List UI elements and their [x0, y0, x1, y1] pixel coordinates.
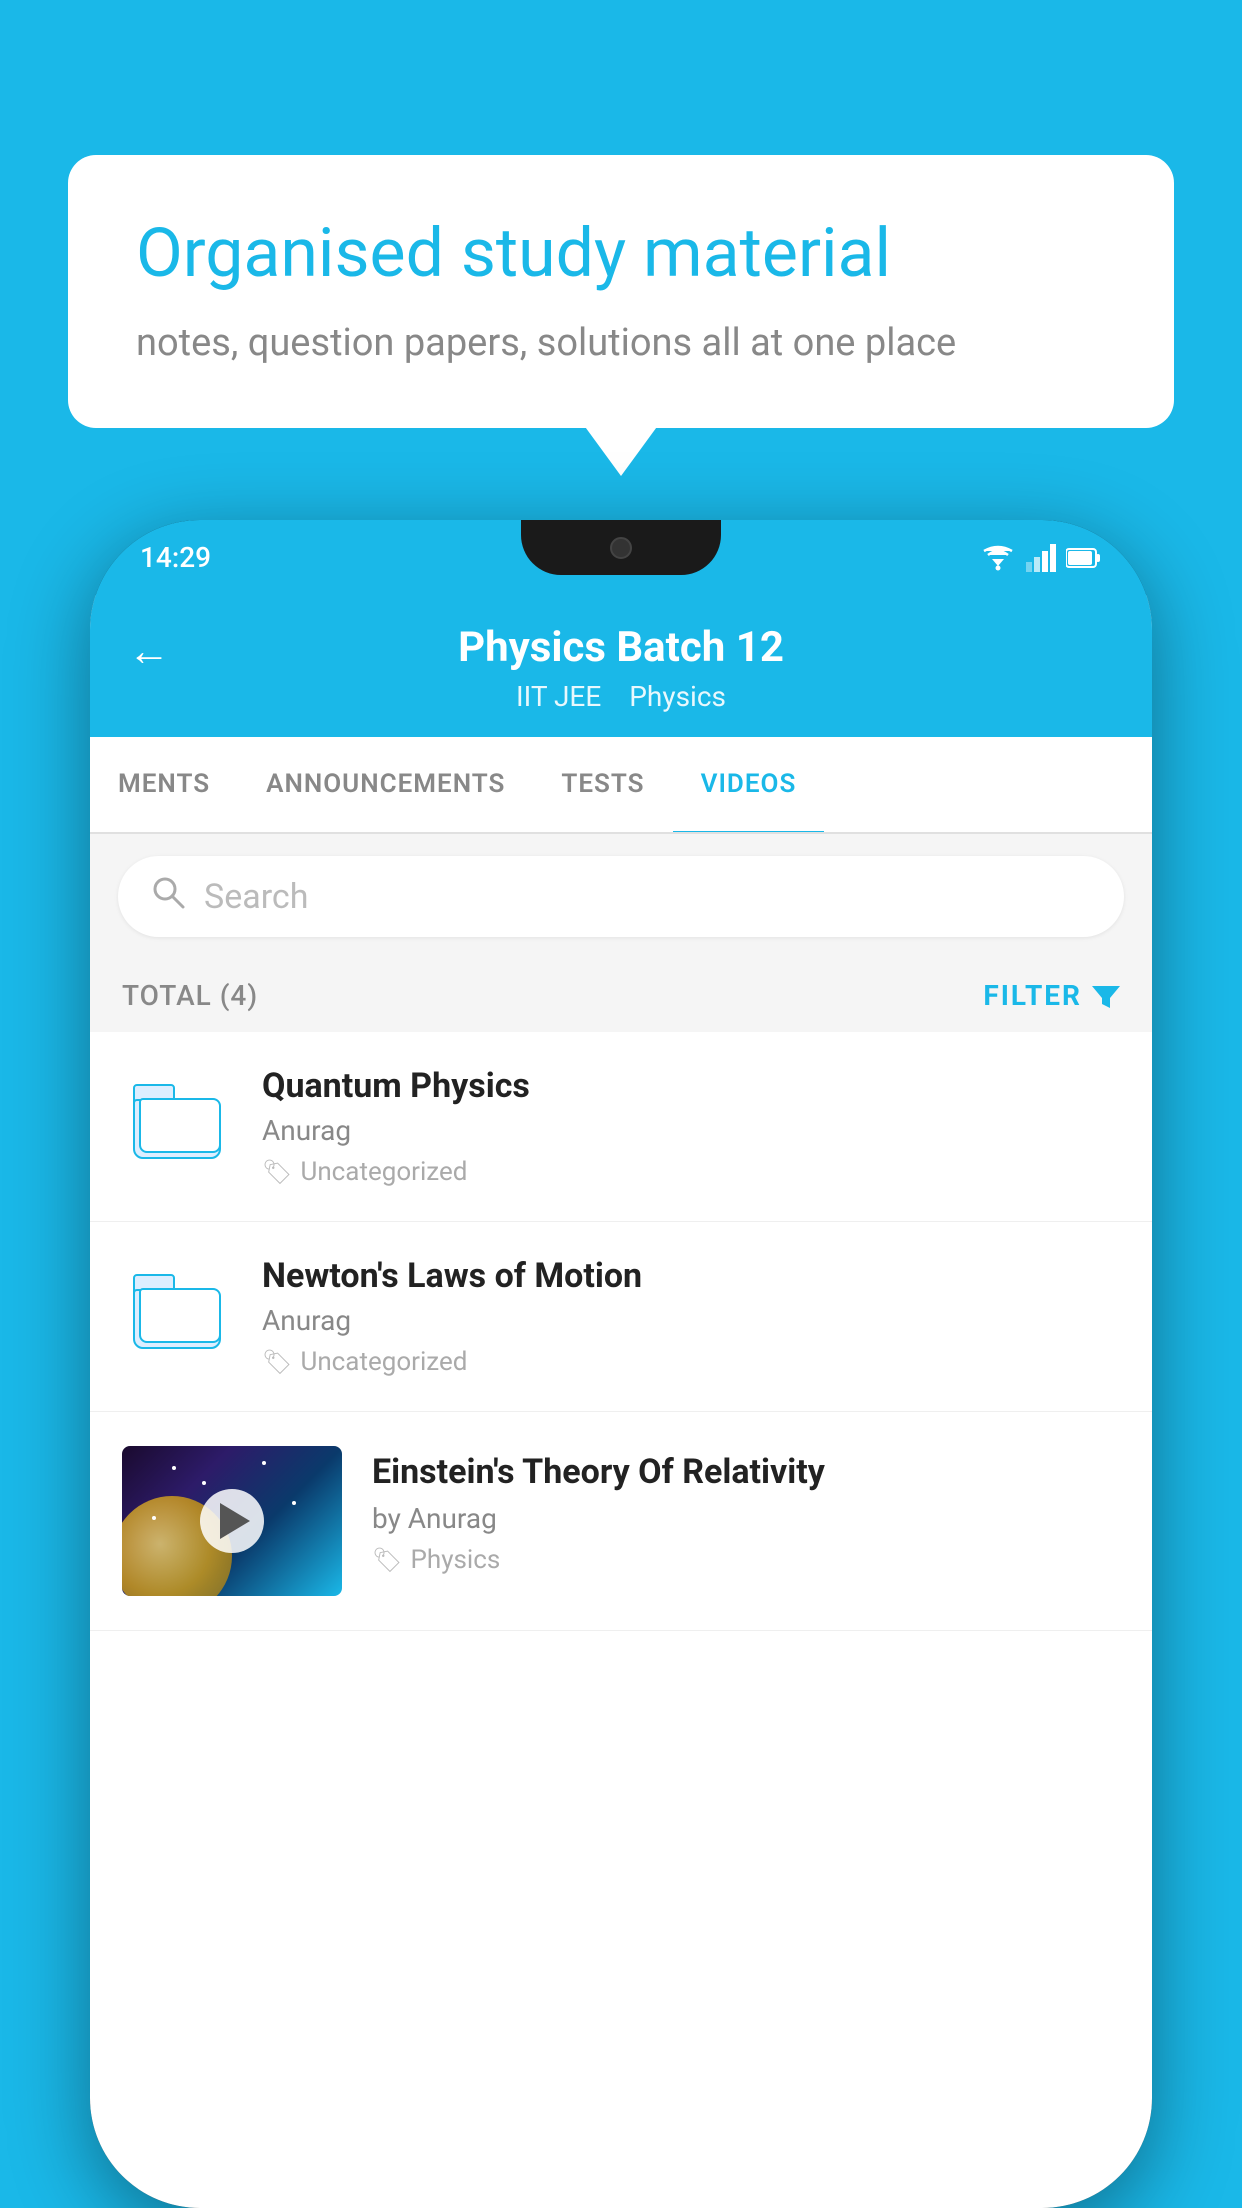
video-author: Anurag — [262, 1114, 1120, 1147]
folder-thumbnail — [122, 1066, 232, 1176]
front-camera — [610, 537, 632, 559]
app-header: ← Physics Batch 12 IIT JEE Physics — [90, 595, 1152, 737]
phone-frame: 14:29 — [90, 520, 1152, 2208]
phone-notch — [521, 520, 721, 575]
play-icon — [220, 1503, 250, 1539]
list-item[interactable]: Einstein's Theory Of Relativity by Anura… — [90, 1412, 1152, 1631]
search-bar[interactable]: Search — [118, 856, 1124, 937]
star-decoration — [152, 1516, 156, 1520]
filter-button[interactable]: FILTER — [983, 979, 1120, 1012]
video-thumbnail — [122, 1446, 342, 1596]
app-subtitle: IIT JEE Physics — [516, 680, 726, 713]
video-info: Einstein's Theory Of Relativity by Anura… — [372, 1446, 1120, 1575]
tag-label: Uncategorized — [300, 1157, 467, 1187]
folder-thumbnail — [122, 1256, 232, 1366]
subtitle-right: Physics — [629, 680, 726, 713]
signal-icon — [1026, 544, 1056, 572]
folder-icon — [133, 1274, 221, 1349]
tag-label: Uncategorized — [300, 1347, 467, 1377]
tab-announcements[interactable]: ANNOUNCEMENTS — [238, 737, 533, 834]
star-decoration — [172, 1466, 176, 1470]
phone-screen: ← Physics Batch 12 IIT JEE Physics MENTS… — [90, 595, 1152, 2208]
video-title: Einstein's Theory Of Relativity — [372, 1450, 1120, 1494]
search-bar-container: Search — [90, 834, 1152, 959]
video-title: Quantum Physics — [262, 1066, 1120, 1106]
video-author: Anurag — [262, 1304, 1120, 1337]
tab-ments[interactable]: MENTS — [90, 737, 238, 834]
status-icons — [980, 544, 1102, 572]
filter-label: FILTER — [983, 979, 1082, 1012]
star-decoration — [292, 1501, 296, 1505]
total-count: TOTAL (4) — [122, 979, 258, 1012]
wifi-icon — [980, 544, 1016, 572]
speech-bubble-card: Organised study material notes, question… — [68, 155, 1174, 428]
tab-videos[interactable]: VIDEOS — [673, 737, 825, 834]
tab-tests[interactable]: TESTS — [533, 737, 672, 834]
star-decoration — [262, 1461, 266, 1465]
bubble-subtitle: notes, question papers, solutions all at… — [136, 317, 1106, 370]
list-item[interactable]: Newton's Laws of Motion Anurag 🏷 Uncateg… — [90, 1222, 1152, 1412]
tag-label: Physics — [410, 1545, 500, 1575]
video-info: Quantum Physics Anurag 🏷 Uncategorized — [262, 1066, 1120, 1187]
tabs-bar: MENTS ANNOUNCEMENTS TESTS VIDEOS — [90, 737, 1152, 834]
star-decoration — [202, 1481, 206, 1485]
back-button[interactable]: ← — [128, 627, 170, 676]
bubble-title: Organised study material — [136, 213, 1106, 295]
list-item[interactable]: Quantum Physics Anurag 🏷 Uncategorized — [90, 1032, 1152, 1222]
video-tag: 🏷 Physics — [372, 1545, 1120, 1575]
video-tag: 🏷 Uncategorized — [262, 1347, 1120, 1377]
video-title: Newton's Laws of Motion — [262, 1256, 1120, 1296]
search-icon — [150, 874, 186, 919]
video-author: by Anurag — [372, 1502, 1120, 1535]
battery-icon — [1066, 546, 1102, 570]
play-button[interactable] — [200, 1489, 264, 1553]
status-time: 14:29 — [140, 541, 211, 574]
folder-icon — [133, 1084, 221, 1159]
subtitle-left: IIT JEE — [516, 680, 601, 713]
video-info: Newton's Laws of Motion Anurag 🏷 Uncateg… — [262, 1256, 1120, 1377]
search-placeholder: Search — [204, 877, 308, 917]
tag-icon: 🏷 — [262, 1158, 292, 1186]
filter-row: TOTAL (4) FILTER — [90, 959, 1152, 1032]
video-tag: 🏷 Uncategorized — [262, 1157, 1120, 1187]
app-title: Physics Batch 12 — [458, 623, 784, 672]
tag-icon: 🏷 — [262, 1348, 292, 1376]
status-bar: 14:29 — [90, 520, 1152, 595]
video-list: Quantum Physics Anurag 🏷 Uncategorized — [90, 1032, 1152, 1631]
filter-icon — [1092, 982, 1120, 1010]
speech-bubble-section: Organised study material notes, question… — [68, 155, 1174, 428]
tag-icon: 🏷 — [372, 1546, 402, 1574]
